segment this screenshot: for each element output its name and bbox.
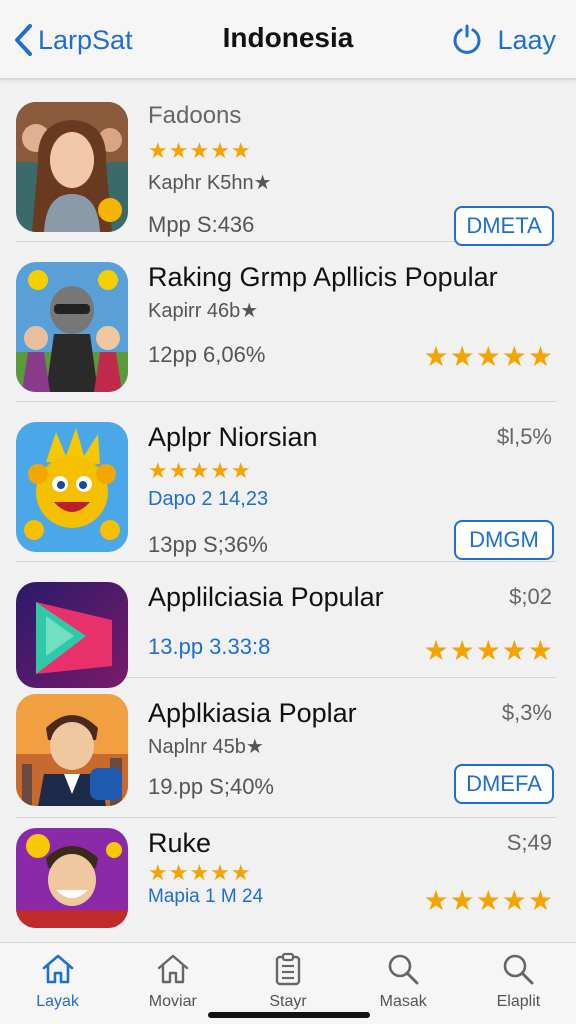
app-meta: 19.pp S;40% xyxy=(148,774,274,799)
search-icon xyxy=(388,954,419,985)
app-subtitle: Kapirr 46b★ xyxy=(148,300,259,322)
get-button[interactable]: DMGM xyxy=(454,520,554,560)
tab-layak[interactable]: Layak xyxy=(0,943,115,1024)
home-indicator xyxy=(208,1012,370,1018)
app-icon xyxy=(16,582,128,688)
app-list: Fadoons ★★★★★ Kaphr K5hn★ Mpp S:436 DMET… xyxy=(0,82,576,928)
list-item[interactable]: Aplpr Niorsian $l,5% ★★★★★ Dapo 2 14,23 … xyxy=(16,402,556,562)
app-meta: 13.pp 3.33:8 xyxy=(148,634,271,659)
list-item[interactable]: Apþlkiasia Poplar $,3% Naplnr 45b★ 19.pp… xyxy=(16,678,556,818)
refresh-button[interactable]: Laay xyxy=(451,20,556,60)
tab-elaplit[interactable]: Elaplit xyxy=(461,943,576,1024)
app-price: $;02 xyxy=(509,584,552,609)
home-icon xyxy=(157,954,188,984)
tab-label: Moviar xyxy=(148,993,197,1010)
app-subtitle: Naplnr 45b★ xyxy=(148,736,264,758)
app-price: $l,5% xyxy=(496,424,552,449)
app-subtitle: Dapo 2 14,23 xyxy=(148,488,269,510)
home-icon xyxy=(42,954,73,984)
app-icon xyxy=(16,262,128,392)
tab-label: Elaplit xyxy=(496,993,541,1010)
app-title: Aplpr Niorsian xyxy=(148,422,318,452)
app-icon xyxy=(16,694,128,806)
app-price: $,3% xyxy=(501,700,552,725)
star-rating: ★★★★★ xyxy=(148,860,252,885)
app-price: S;49 xyxy=(506,830,552,855)
app-title: Fadoons xyxy=(148,102,242,129)
refresh-icon xyxy=(453,24,481,54)
navigation-bar: LarpSat Indonesia Laay xyxy=(0,0,576,80)
app-title: Apþlkiasia Poplar xyxy=(148,698,357,728)
app-icon xyxy=(16,828,128,928)
list-item[interactable]: Fadoons ★★★★★ Kaphr K5hn★ Mpp S:436 DMET… xyxy=(16,82,556,246)
app-meta: 13pp S;36% xyxy=(148,532,268,557)
list-item[interactable]: Applilciasia Popular $;02 13.pp 3.33:8 ★… xyxy=(16,562,556,688)
tab-label: Stayr xyxy=(269,993,307,1010)
app-meta: Mpp S:436 xyxy=(148,212,255,237)
tab-label: Layak xyxy=(36,993,79,1010)
clipboard-icon xyxy=(275,952,301,986)
search-icon xyxy=(504,954,534,985)
star-rating: ★★★★★ xyxy=(148,138,252,163)
app-subtitle: Kaphr K5hn★ xyxy=(148,172,272,194)
app-title: Ruke xyxy=(148,828,212,858)
star-rating: ★★★★★ xyxy=(148,458,252,483)
app-meta: Mapia 1 M 24 xyxy=(148,886,264,907)
get-button[interactable]: DMETA xyxy=(454,206,554,246)
app-icon xyxy=(16,422,128,552)
app-title: Raking Grmp Apllicis Popular xyxy=(148,262,498,292)
list-item[interactable]: Ruke S;49 ★★★★★ Mapia 1 M 24 ★★★★★ xyxy=(16,818,556,928)
star-rating: ★★★★★ xyxy=(423,341,554,372)
app-title: Applilciasia Popular xyxy=(148,582,384,612)
star-rating: ★★★★★ xyxy=(423,885,554,916)
get-button[interactable]: DMEFA xyxy=(454,764,554,804)
list-item[interactable]: Raking Grmp Apllicis Popular Kapirr 46b★… xyxy=(16,242,556,402)
tab-label: Masak xyxy=(379,993,427,1010)
star-rating: ★★★★★ xyxy=(423,635,554,666)
app-meta: 12pp 6,06% xyxy=(148,342,266,367)
app-icon xyxy=(16,102,128,232)
refresh-label: Laay xyxy=(497,24,556,55)
